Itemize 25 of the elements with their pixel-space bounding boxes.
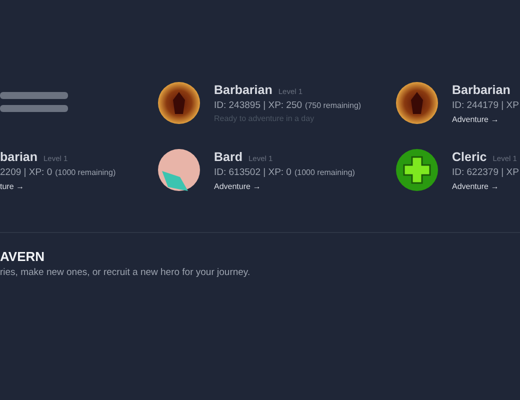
- hero-stats: ID: 243895 | XP: 250: [214, 100, 302, 111]
- hero-name: Barbarian: [452, 83, 510, 97]
- hero-portrait: [158, 149, 200, 191]
- xp-remaining: (1000 remaining): [294, 168, 355, 177]
- xp-remaining: (750 remaining): [305, 101, 362, 110]
- hero-portrait: [396, 82, 438, 124]
- adventure-link[interactable]: Adventure →: [452, 115, 519, 124]
- adventure-link[interactable]: Adventure →: [214, 182, 355, 191]
- section-description: ries, make new ones, or recruit a new hero for your journey.: [0, 267, 252, 278]
- hero-name: Bard: [214, 150, 242, 164]
- skeleton-bar: [0, 92, 68, 99]
- adventure-link[interactable]: ture →: [0, 182, 116, 191]
- hero-stats: ID: 244179 | XP: [452, 100, 519, 111]
- hero-name: Cleric: [452, 150, 487, 164]
- hero-portrait: [158, 82, 200, 124]
- hero-name: barian: [0, 150, 38, 164]
- plus-icon: [396, 149, 438, 191]
- hero-name: Barbarian: [214, 83, 272, 97]
- adventure-link[interactable]: Adventure →: [452, 182, 519, 191]
- hero-stats: ID: 613502 | XP: 0: [214, 167, 292, 178]
- section-title: AVERN: [0, 249, 46, 264]
- hero-stats: 2209 | XP: 0: [0, 167, 52, 178]
- skeleton-bar: [0, 105, 68, 112]
- hero-stats: ID: 622379 | XP: [452, 167, 519, 178]
- xp-remaining: (1000 remaining): [55, 168, 116, 177]
